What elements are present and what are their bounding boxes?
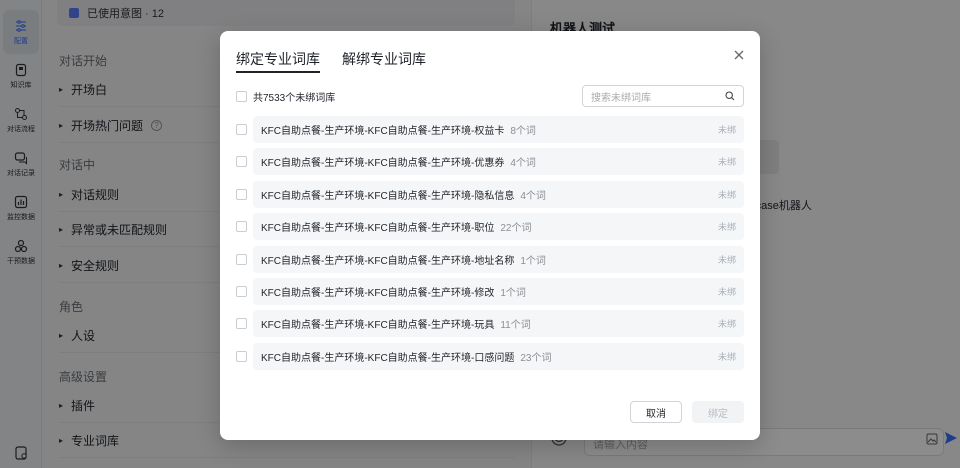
search-icon xyxy=(725,91,735,101)
item-count: 1个词 xyxy=(520,255,546,267)
tab-bind[interactable]: 绑定专业词库 xyxy=(236,49,320,73)
item-checkbox[interactable] xyxy=(236,253,247,265)
item-box[interactable]: KFC自助点餐-生产环境-KFC自助点餐-生产环境-隐私信息 4个词 未绑 xyxy=(253,180,744,208)
list-item[interactable]: KFC自助点餐-生产环境-KFC自助点餐-生产环境-口感问题 23个词 未绑 xyxy=(236,342,744,370)
item-checkbox[interactable] xyxy=(236,188,247,200)
item-checkbox[interactable] xyxy=(236,286,247,297)
item-checkbox[interactable] xyxy=(236,124,247,135)
item-box[interactable]: KFC自助点餐-生产环境-KFC自助点餐-生产环境-玩具 11个词 未绑 xyxy=(253,310,744,338)
item-name: KFC自助点餐-生产环境-KFC自助点餐-生产环境-职位 xyxy=(261,223,495,235)
item-count: 4个词 xyxy=(520,190,546,202)
item-name: KFC自助点餐-生产环境-KFC自助点餐-生产环境-优惠券 xyxy=(261,158,505,170)
list-item[interactable]: KFC自助点餐-生产环境-KFC自助点餐-生产环境-隐私信息 4个词 未绑 xyxy=(236,180,744,208)
item-box[interactable]: KFC自助点餐-生产环境-KFC自助点餐-生产环境-权益卡 8个词 未绑 xyxy=(253,116,744,143)
item-checkbox[interactable] xyxy=(236,156,247,168)
search-placeholder: 搜索未绑词库 xyxy=(591,92,651,104)
lexicon-list[interactable]: KFC自助点餐-生产环境-KFC自助点餐-生产环境-权益卡 8个词 未绑 KFC自助点… xyxy=(236,116,744,386)
item-box[interactable]: KFC自助点餐-生产环境-KFC自助点餐-生产环境-修改 1个词 未绑 xyxy=(253,278,744,305)
close-icon[interactable] xyxy=(734,49,744,63)
item-name: KFC自助点餐-生产环境-KFC自助点餐-生产环境-权益卡 xyxy=(261,126,505,137)
item-box[interactable]: KFC自助点餐-生产环境-KFC自助点餐-生产环境-优惠券 4个词 未绑 xyxy=(253,148,744,176)
select-all-label: 共7533个未绑词库 xyxy=(253,92,336,104)
item-status: 未绑 xyxy=(717,125,736,135)
item-name: KFC自助点餐-生产环境-KFC自助点餐-生产环境-口感问题 xyxy=(261,352,515,364)
list-item[interactable]: KFC自助点餐-生产环境-KFC自助点餐-生产环境-职位 22个词 未绑 xyxy=(236,213,744,241)
item-checkbox[interactable] xyxy=(236,221,247,233)
item-box[interactable]: KFC自助点餐-生产环境-KFC自助点餐-生产环境-口感问题 23个词 未绑 xyxy=(253,342,744,370)
item-status: 未绑 xyxy=(717,319,736,330)
item-count: 11个词 xyxy=(500,320,531,332)
bind-lexicon-dialog: 绑定专业词库 解绑专业词库 共7533个未绑词库 搜索未绑词库 KFC自助点餐-… xyxy=(220,31,760,440)
item-checkbox[interactable] xyxy=(236,318,247,330)
item-box[interactable]: KFC自助点餐-生产环境-KFC自助点餐-生产环境-地址名称 1个词 未绑 xyxy=(253,245,744,273)
item-status: 未绑 xyxy=(717,287,736,297)
bind-button[interactable]: 绑定 xyxy=(692,401,744,423)
item-count: 23个词 xyxy=(520,352,552,364)
list-item[interactable]: KFC自助点餐-生产环境-KFC自助点餐-生产环境-玩具 11个词 未绑 xyxy=(236,310,744,338)
item-box[interactable]: KFC自助点餐-生产环境-KFC自助点餐-生产环境-职位 22个词 未绑 xyxy=(253,213,744,241)
item-status: 未绑 xyxy=(717,189,736,200)
item-count: 1个词 xyxy=(500,288,526,299)
item-status: 未绑 xyxy=(717,222,736,233)
item-name: KFC自助点餐-生产环境-KFC自助点餐-生产环境-隐私信息 xyxy=(261,190,515,202)
list-toolbar: 共7533个未绑词库 搜索未绑词库 xyxy=(236,85,744,107)
select-all-checkbox[interactable] xyxy=(236,90,247,102)
item-count: 4个词 xyxy=(510,158,536,170)
item-status: 未绑 xyxy=(717,254,736,265)
item-name: KFC自助点餐-生产环境-KFC自助点餐-生产环境-修改 xyxy=(261,288,495,299)
item-status: 未绑 xyxy=(717,351,736,362)
item-count: 22个词 xyxy=(500,223,532,235)
item-status: 未绑 xyxy=(717,157,736,168)
list-item[interactable]: KFC自助点餐-生产环境-KFC自助点餐-生产环境-修改 1个词 未绑 xyxy=(236,278,744,305)
list-item[interactable]: KFC自助点餐-生产环境-KFC自助点餐-生产环境-权益卡 8个词 未绑 xyxy=(236,116,744,143)
cancel-button[interactable]: 取消 xyxy=(630,401,682,423)
item-count: 8个词 xyxy=(510,126,536,137)
search-input[interactable]: 搜索未绑词库 xyxy=(582,85,744,107)
item-name: KFC自助点餐-生产环境-KFC自助点餐-生产环境-玩具 xyxy=(261,320,495,332)
dialog-tabs: 绑定专业词库 解绑专业词库 xyxy=(236,49,426,73)
list-item[interactable]: KFC自助点餐-生产环境-KFC自助点餐-生产环境-优惠券 4个词 未绑 xyxy=(236,148,744,176)
item-name: KFC自助点餐-生产环境-KFC自助点餐-生产环境-地址名称 xyxy=(261,255,515,267)
tab-unbind[interactable]: 解绑专业词库 xyxy=(342,49,426,73)
list-scroll-fade xyxy=(236,372,744,386)
dialog-footer: 取消 绑定 xyxy=(630,401,744,423)
item-checkbox[interactable] xyxy=(236,350,247,362)
list-item[interactable]: KFC自助点餐-生产环境-KFC自助点餐-生产环境-地址名称 1个词 未绑 xyxy=(236,245,744,273)
